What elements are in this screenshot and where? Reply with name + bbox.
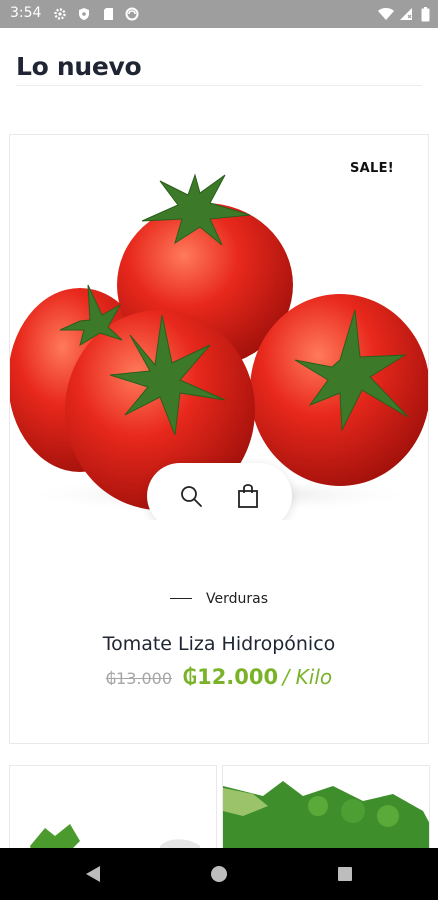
gear-icon xyxy=(52,6,68,22)
category-label[interactable]: Verduras xyxy=(206,591,268,607)
category-dash xyxy=(169,597,192,599)
product-card-next-left[interactable] xyxy=(9,765,217,848)
old-price: ₲13.000 xyxy=(105,669,173,688)
page-title: Lo nuevo xyxy=(16,52,142,81)
no-disturb-icon xyxy=(124,6,140,22)
sim-card-icon xyxy=(100,6,116,22)
recents-icon[interactable] xyxy=(333,862,357,886)
sale-price: ₲12.000 xyxy=(182,665,279,689)
product-category[interactable]: Verduras xyxy=(10,591,428,607)
search-icon[interactable] xyxy=(178,483,204,509)
navigation-bar xyxy=(0,848,438,900)
product-card[interactable]: SALE! Verduras Tomate Liza Hidropónico ₲… xyxy=(9,134,429,744)
shield-icon xyxy=(76,6,92,22)
shopping-bag-icon[interactable] xyxy=(235,483,261,509)
back-icon[interactable] xyxy=(81,862,105,886)
home-icon[interactable] xyxy=(207,862,231,886)
product-actions xyxy=(147,463,292,520)
battery-icon xyxy=(417,6,433,22)
product-image[interactable]: SALE! xyxy=(10,135,428,520)
page-content[interactable]: Lo nuevo SALE! Verduras Tomate Liza Hidr… xyxy=(0,28,438,848)
price-row: ₲13.000 ₲12.000 / Kilo xyxy=(10,665,428,689)
signal-icon xyxy=(398,6,414,22)
title-divider xyxy=(16,85,422,86)
sale-badge: SALE! xyxy=(349,161,394,176)
status-bar: 3:54 xyxy=(0,0,438,28)
status-time: 3:54 xyxy=(10,5,42,21)
wifi-icon xyxy=(378,6,394,22)
product-card-next-right[interactable] xyxy=(222,765,430,848)
price-unit: / Kilo xyxy=(282,665,333,689)
product-name[interactable]: Tomate Liza Hidropónico xyxy=(10,633,428,655)
